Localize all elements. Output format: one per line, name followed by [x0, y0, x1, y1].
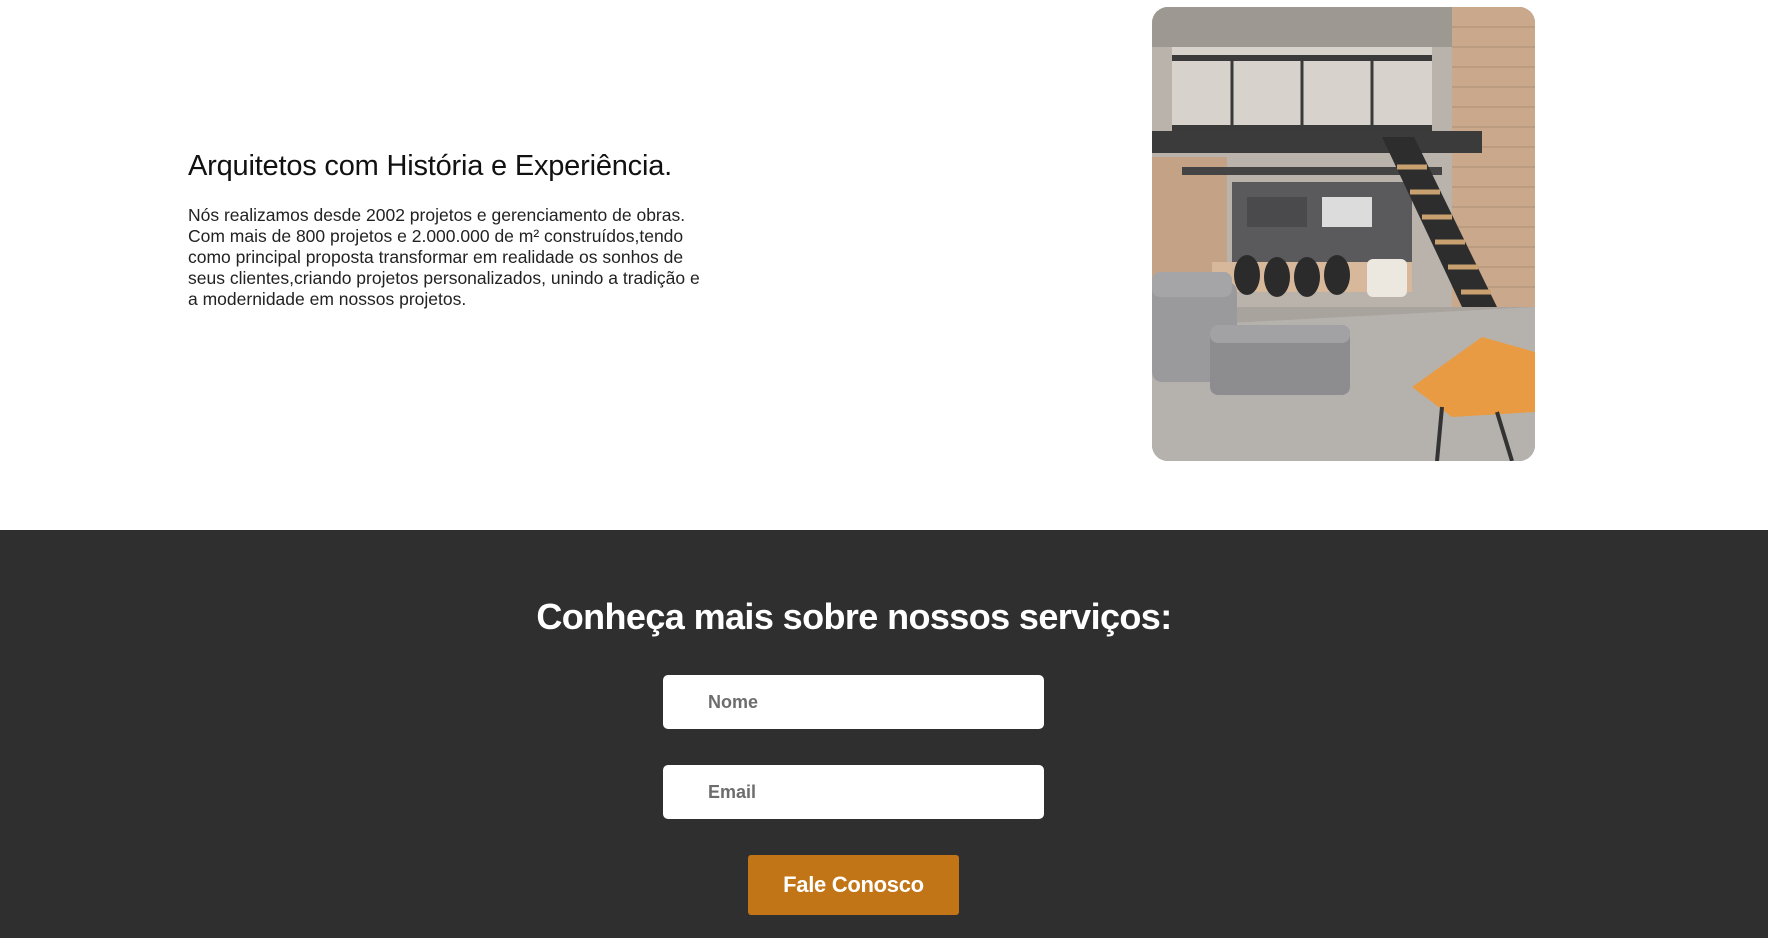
about-title: Arquitetos com História e Experiência. — [188, 150, 672, 182]
email-input[interactable] — [663, 765, 1044, 819]
fale-conosco-button[interactable]: Fale Conosco — [748, 855, 959, 915]
about-section: Arquitetos com História e Experiência. N… — [0, 0, 1768, 530]
contact-section: Conheça mais sobre nossos serviços: Fale… — [0, 530, 1768, 938]
about-description: Nós realizamos desde 2002 projetos e ger… — [188, 205, 700, 309]
contact-title: Conheça mais sobre nossos serviços: — [536, 596, 1172, 637]
loft-interior-photo — [1152, 7, 1535, 461]
about-text-block: Arquitetos com História e Experiência. N… — [188, 150, 708, 310]
name-input[interactable] — [663, 675, 1044, 729]
